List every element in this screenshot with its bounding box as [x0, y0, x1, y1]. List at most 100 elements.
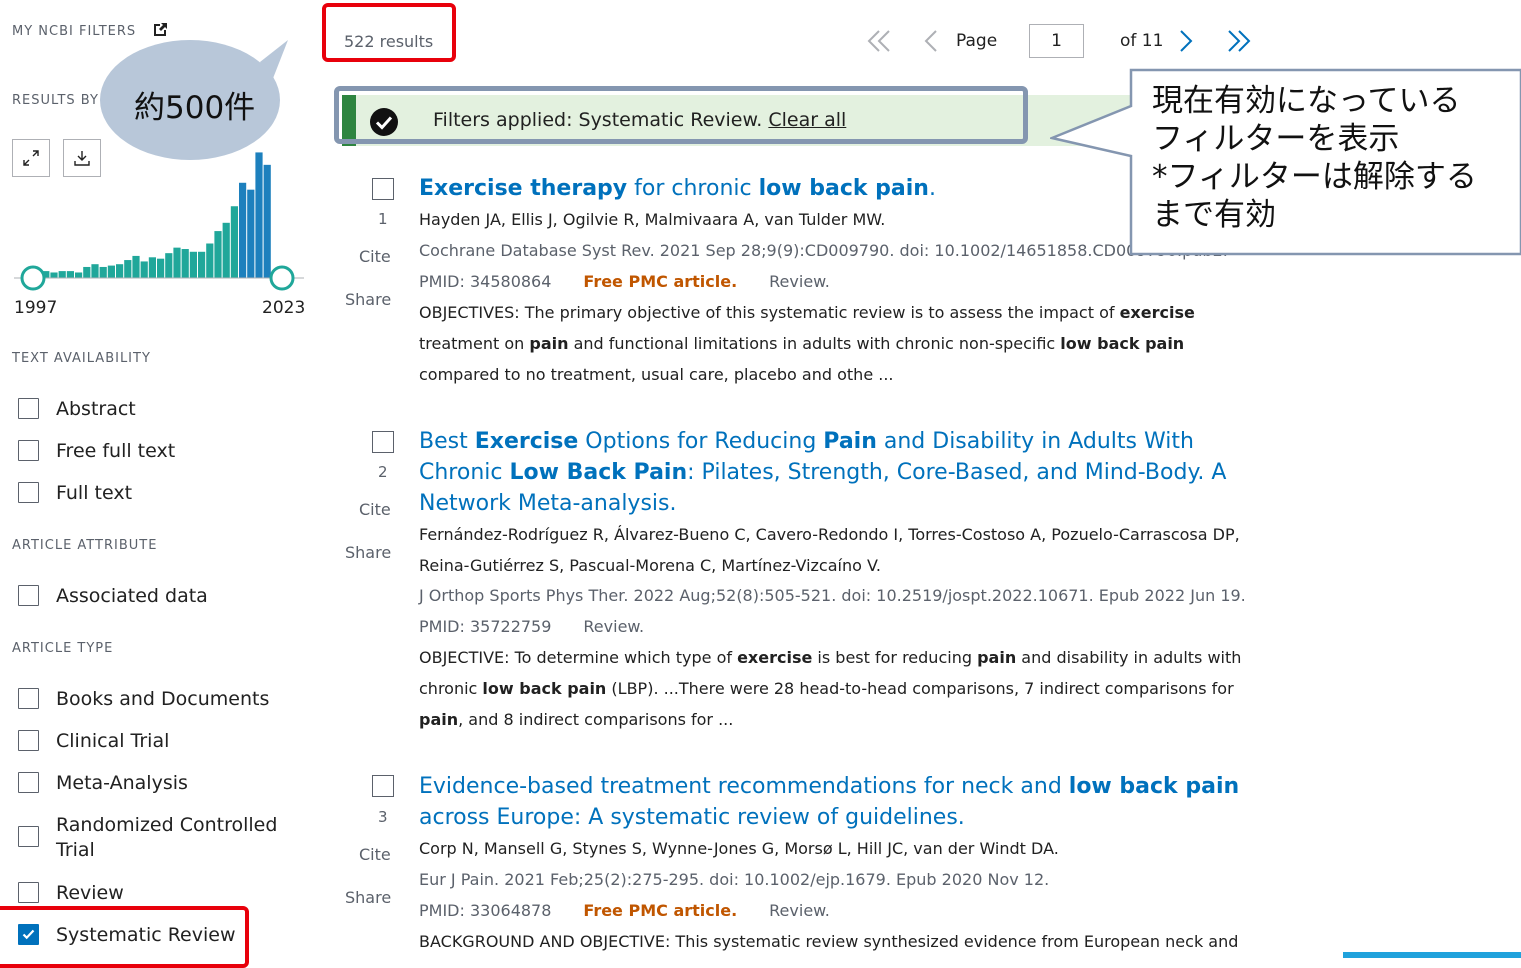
systematic-review-highlight	[0, 906, 249, 968]
timeline-start-year: 1997	[14, 298, 58, 318]
page-total: of 11	[1120, 31, 1164, 51]
result-pmid-line: PMID: 34580864 Free PMC article. Review.	[419, 272, 830, 291]
timeline-bar[interactable]	[173, 247, 181, 278]
banner-highlight	[334, 86, 1028, 144]
result-pmid: PMID: 34580864	[419, 272, 552, 291]
result-authors: Corp N, Mansell G, Stynes S, Wynne-Jones…	[419, 839, 1059, 858]
result-type: Review.	[583, 617, 645, 636]
timeline-bar[interactable]	[107, 265, 115, 278]
feedback-bar[interactable]	[1343, 952, 1521, 958]
share-button[interactable]: Share	[345, 888, 391, 907]
timeline-bar[interactable]	[116, 264, 124, 278]
timeline-end-year: 2023	[262, 298, 306, 318]
timeline-bar[interactable]	[75, 272, 83, 278]
bubble-annotation-text: 約500件	[134, 90, 256, 126]
result-title-link[interactable]: Evidence-based treatment recommendations…	[419, 771, 1241, 833]
filter-checkbox[interactable]	[18, 482, 39, 503]
timeline-bar[interactable]	[222, 222, 230, 278]
result-select-checkbox[interactable]	[372, 431, 394, 453]
previous-page-icon[interactable]	[921, 28, 939, 54]
filter-checkbox[interactable]	[18, 585, 39, 606]
filter-checkbox[interactable]	[18, 772, 39, 793]
filter-label: Meta-Analysis	[56, 772, 188, 794]
timeline-bar[interactable]	[165, 253, 173, 278]
result-pmid: PMID: 33064878	[419, 901, 552, 920]
result-type: Review.	[769, 901, 830, 920]
timeline-bar[interactable]	[50, 272, 58, 278]
result-number: 1	[378, 210, 388, 228]
free-pmc-article-link[interactable]: Free PMC article.	[583, 901, 737, 920]
result-snippet: OBJECTIVES: The primary objective of thi…	[419, 303, 1195, 384]
timeline-bar[interactable]	[255, 152, 263, 278]
results-count-highlight	[322, 3, 456, 62]
free-pmc-article-link[interactable]: Free PMC article.	[583, 272, 737, 291]
callout-line: フィルターを表示	[1152, 121, 1400, 157]
filter-label-line2: Trial	[56, 839, 95, 861]
timeline-bar[interactable]	[181, 249, 189, 278]
filter-label: Randomized Controlled	[56, 814, 278, 836]
timeline-bar[interactable]	[206, 243, 214, 279]
timeline-bar[interactable]	[124, 260, 132, 278]
timeline-start-handle[interactable]	[20, 265, 46, 291]
filter-label: Full text	[56, 482, 133, 504]
filter-label: Clinical Trial	[56, 730, 170, 752]
timeline-bar[interactable]	[263, 164, 271, 278]
text-availability-heading: TEXT AVAILABILITY	[12, 351, 151, 366]
timeline-bar[interactable]	[214, 231, 222, 278]
result-pmid-line: PMID: 35722759 Review.	[419, 617, 644, 636]
timeline-bar[interactable]	[140, 261, 148, 278]
timeline-bar[interactable]	[148, 257, 156, 278]
timeline-bar[interactable]	[91, 264, 99, 278]
my-ncbi-filters-heading[interactable]: MY NCBI FILTERS	[12, 24, 136, 39]
timeline-end-handle[interactable]	[269, 265, 295, 291]
cite-button[interactable]: Cite	[359, 247, 391, 266]
timeline-bar[interactable]	[66, 271, 74, 278]
filter-checkbox[interactable]	[18, 882, 39, 903]
article-type-heading: ARTICLE TYPE	[12, 641, 114, 656]
result-pmid: PMID: 35722759	[419, 617, 552, 636]
timeline-bar[interactable]	[247, 189, 255, 278]
timeline-bar[interactable]	[230, 206, 238, 278]
filter-label: Associated data	[56, 585, 208, 607]
result-pmid-line: PMID: 33064878 Free PMC article. Review.	[419, 901, 830, 920]
first-page-icon[interactable]	[866, 28, 892, 54]
result-select-checkbox[interactable]	[372, 178, 394, 200]
results-by-year-heading: RESULTS BY	[12, 93, 99, 108]
timeline-bar[interactable]	[157, 258, 165, 278]
timeline-bar[interactable]	[132, 255, 140, 278]
share-button[interactable]: Share	[345, 290, 391, 309]
next-page-icon[interactable]	[1178, 28, 1196, 54]
cite-button[interactable]: Cite	[359, 845, 391, 864]
timeline-bar[interactable]	[189, 251, 197, 278]
filter-checkbox[interactable]	[18, 730, 39, 751]
result-number: 2	[378, 463, 388, 481]
result-type: Review.	[769, 272, 830, 291]
filter-label: Abstract	[56, 398, 136, 420]
filter-checkbox[interactable]	[18, 440, 39, 461]
last-page-icon[interactable]	[1226, 28, 1252, 54]
timeline-bar[interactable]	[239, 182, 247, 278]
callout-line: *フィルターは解除する	[1152, 159, 1477, 195]
filter-label: Free full text	[56, 440, 176, 462]
result-snippet: OBJECTIVE: To determine which type of ex…	[419, 648, 1242, 729]
result-number: 3	[378, 808, 388, 826]
filter-checkbox[interactable]	[18, 688, 39, 709]
external-link-icon[interactable]	[152, 22, 168, 38]
timeline-bar[interactable]	[58, 271, 66, 278]
callout-line: まで有効	[1152, 197, 1276, 233]
result-title-link[interactable]: Best Exercise Options for Reducing Pain …	[419, 426, 1241, 519]
result-citation: Eur J Pain. 2021 Feb;25(2):275-295. doi:…	[419, 870, 1050, 889]
result-citation: J Orthop Sports Phys Ther. 2022 Aug;52(8…	[419, 586, 1246, 605]
filter-checkbox[interactable]	[18, 398, 39, 419]
result-authors: Fernández-Rodríguez R, Álvarez-Bueno C, …	[419, 525, 1240, 575]
filter-checkbox[interactable]	[18, 826, 39, 847]
timeline-bar[interactable]	[198, 251, 206, 278]
result-select-checkbox[interactable]	[372, 775, 394, 797]
timeline-bar[interactable]	[99, 266, 107, 278]
cite-button[interactable]: Cite	[359, 500, 391, 519]
filter-label: Books and Documents	[56, 688, 270, 710]
timeline-bar[interactable]	[83, 266, 91, 278]
page-label: Page	[956, 31, 998, 51]
page-number-input[interactable]: 1	[1029, 24, 1084, 58]
share-button[interactable]: Share	[345, 543, 391, 562]
